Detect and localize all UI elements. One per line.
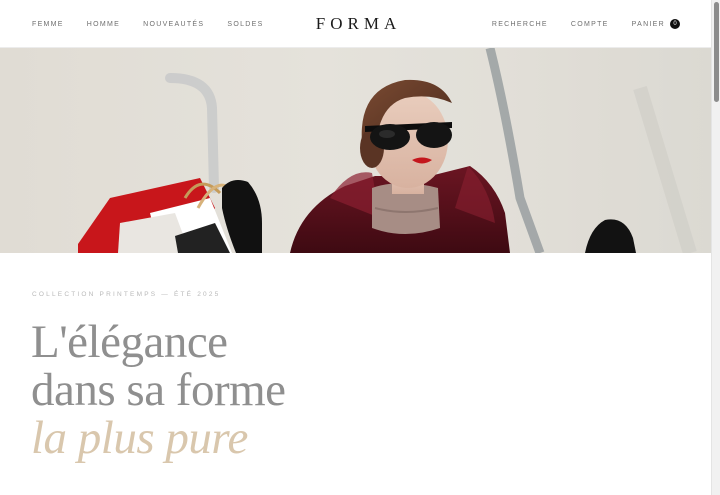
account-link[interactable]: COMPTE (571, 21, 609, 28)
headline-line-2: dans sa forme (31, 364, 286, 416)
page-scrollbar[interactable] (711, 0, 720, 495)
utility-nav: RECHERCHE COMPTE PANIER 0 (469, 0, 680, 48)
headline-accent: la plus pure (31, 412, 248, 464)
hero-headline: L'élégance dans sa forme la plus pure (31, 318, 286, 462)
scrollbar-thumb[interactable] (714, 2, 719, 102)
hero-image (0, 48, 711, 253)
cart-link[interactable]: PANIER 0 (632, 19, 680, 29)
search-link[interactable]: RECHERCHE (492, 21, 548, 28)
collection-eyebrow: COLLECTION PRINTEMPS — ÉTÉ 2025 (32, 291, 221, 298)
headline-line-1: L'élégance (31, 316, 228, 368)
cart-label: PANIER (631, 20, 665, 28)
site-header: FEMME HOMME NOUVEAUTÉS SOLDES FORMA RECH… (0, 0, 711, 48)
cart-count-badge: 0 (670, 19, 680, 29)
hero-banner (0, 48, 711, 253)
